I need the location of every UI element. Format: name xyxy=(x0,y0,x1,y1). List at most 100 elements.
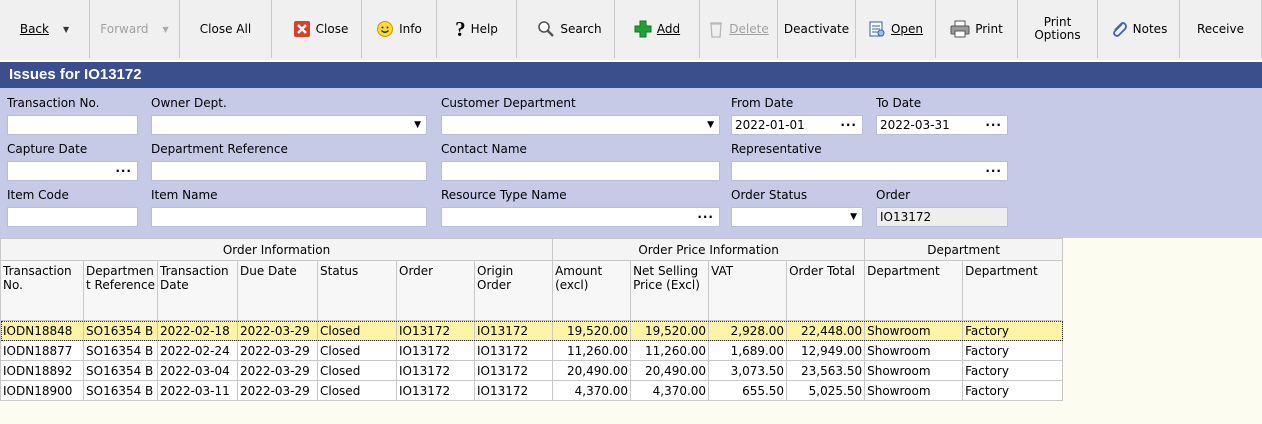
print-options-button[interactable]: Print Options xyxy=(1018,0,1098,58)
print-button[interactable]: Print xyxy=(936,0,1018,58)
ellipsis-icon[interactable]: ... xyxy=(840,116,857,131)
cell-amount-excl: 19,520.00 xyxy=(552,320,632,341)
forward-dropdown-icon[interactable]: ▼ xyxy=(163,25,169,34)
department-reference-input[interactable] xyxy=(151,161,427,181)
contact-name-label: Contact Name xyxy=(441,142,527,156)
capture-date-label: Capture Date xyxy=(7,142,88,156)
from-date-picker[interactable]: 2022-01-01 ... xyxy=(731,115,863,135)
to-date-picker[interactable]: 2022-03-31 ... xyxy=(876,115,1008,135)
cell-transaction-no: IODN18848 xyxy=(0,320,84,341)
chevron-down-icon[interactable]: ▼ xyxy=(707,116,714,134)
cell-order-total: 23,563.50 xyxy=(786,360,866,381)
cell-transaction-date: 2022-03-11 xyxy=(157,380,238,401)
notes-button[interactable]: Notes xyxy=(1098,0,1180,58)
col-origin-order[interactable]: Origin Order xyxy=(473,260,554,321)
col-order-total[interactable]: Order Total xyxy=(786,260,866,321)
table-row[interactable]: IODN18877 SO16354 B 2022-02-24 2022-03-2… xyxy=(0,340,1064,361)
cell-due-date: 2022-03-29 xyxy=(237,380,318,401)
cell-due-date: 2022-03-29 xyxy=(237,340,318,361)
cell-vat: 2,928.00 xyxy=(708,320,788,341)
col-department[interactable]: Department xyxy=(864,260,964,321)
col-transaction-no[interactable]: Transaction No. xyxy=(0,260,84,321)
close-button[interactable]: Close xyxy=(280,0,362,58)
cell-net-selling-price: 20,490.00 xyxy=(630,360,710,381)
cell-department-2: Factory xyxy=(962,340,1064,361)
cell-department: Showroom xyxy=(864,380,964,401)
group-order-price-information: Order Price Information xyxy=(552,238,866,261)
col-department-2[interactable]: Department xyxy=(962,260,1064,321)
customer-department-select[interactable]: ▼ xyxy=(441,115,720,135)
order-status-select[interactable]: ▼ xyxy=(731,207,863,227)
cell-net-selling-price: 4,370.00 xyxy=(630,380,710,401)
info-button[interactable]: Info xyxy=(362,0,437,58)
col-net-selling-price[interactable]: Net Selling Price (Excl) xyxy=(630,260,710,321)
search-icon xyxy=(537,20,555,38)
deactivate-button[interactable]: Deactivate xyxy=(778,0,856,58)
contact-name-input[interactable] xyxy=(441,161,720,181)
ellipsis-icon[interactable]: ... xyxy=(697,208,714,223)
back-label: Back xyxy=(19,22,49,36)
cell-vat: 1,689.00 xyxy=(708,340,788,361)
capture-date-picker[interactable]: ... xyxy=(7,161,138,181)
cell-transaction-no: IODN18892 xyxy=(0,360,84,381)
page-title-bar: Issues for IO13172 xyxy=(0,62,1262,88)
cell-department-2: Factory xyxy=(962,380,1064,401)
add-button[interactable]: Add xyxy=(615,0,700,58)
receive-button[interactable]: Receive xyxy=(1180,0,1262,58)
notes-label: Notes xyxy=(1132,22,1168,36)
help-button[interactable]: ? Help xyxy=(437,0,517,58)
cell-transaction-date: 2022-02-24 xyxy=(157,340,238,361)
back-button[interactable]: Back ▼ xyxy=(0,0,90,58)
col-transaction-date[interactable]: Transaction Date xyxy=(157,260,238,321)
col-status[interactable]: Status xyxy=(317,260,397,321)
search-label: Search xyxy=(560,22,602,36)
item-name-label: Item Name xyxy=(151,188,218,202)
ellipsis-icon[interactable]: ... xyxy=(985,116,1002,131)
table-row[interactable]: IODN18892 SO16354 B 2022-03-04 2022-03-2… xyxy=(0,360,1064,381)
col-department-reference[interactable]: Department Reference xyxy=(83,260,158,321)
back-dropdown-icon[interactable]: ▼ xyxy=(63,25,69,34)
table-row[interactable]: IODN18848 SO16354 B 2022-02-18 2022-03-2… xyxy=(0,320,1064,341)
transaction-no-input[interactable] xyxy=(7,115,138,135)
cell-due-date: 2022-03-29 xyxy=(237,360,318,381)
ellipsis-icon[interactable]: ... xyxy=(115,162,132,177)
cell-order-total: 22,448.00 xyxy=(786,320,866,341)
toolbar: Back ▼ Forward ▼ Close All Close Info ? … xyxy=(0,0,1262,60)
grid-column-header: Transaction No. Department Reference Tra… xyxy=(0,260,1064,321)
delete-button[interactable]: Delete xyxy=(700,0,778,58)
close-all-label: Close All xyxy=(199,22,252,36)
cell-transaction-date: 2022-03-04 xyxy=(157,360,238,381)
table-row[interactable]: IODN18900 SO16354 B 2022-03-11 2022-03-2… xyxy=(0,380,1064,401)
item-name-input[interactable] xyxy=(151,207,427,227)
representative-picker[interactable]: ... xyxy=(731,161,1008,181)
item-code-input[interactable] xyxy=(7,207,138,227)
chevron-down-icon[interactable]: ▼ xyxy=(414,116,421,134)
chevron-down-icon[interactable]: ▼ xyxy=(850,208,857,226)
cell-origin-order: IO13172 xyxy=(473,320,554,341)
cell-department-2: Factory xyxy=(962,360,1064,381)
owner-dept-select[interactable]: ▼ xyxy=(151,115,427,135)
cell-department-reference: SO16354 B xyxy=(83,380,158,401)
open-label: Open xyxy=(890,22,924,36)
receive-label: Receive xyxy=(1197,22,1244,36)
col-order[interactable]: Order xyxy=(396,260,475,321)
close-all-button[interactable]: Close All xyxy=(180,0,272,58)
col-due-date[interactable]: Due Date xyxy=(237,260,318,321)
search-button[interactable]: Search xyxy=(525,0,615,58)
ellipsis-icon[interactable]: ... xyxy=(985,162,1002,177)
resource-type-name-picker[interactable]: ... xyxy=(441,207,720,227)
cell-vat: 3,073.50 xyxy=(708,360,788,381)
from-date-value: 2022-01-01 xyxy=(735,118,805,132)
delete-label: Delete xyxy=(729,22,769,36)
to-date-label: To Date xyxy=(876,96,922,110)
open-button[interactable]: Open xyxy=(856,0,936,58)
cell-department: Showroom xyxy=(864,360,964,381)
trash-icon xyxy=(708,20,724,38)
group-order-information: Order Information xyxy=(0,238,554,261)
cell-status: Closed xyxy=(317,320,397,341)
cell-department: Showroom xyxy=(864,340,964,361)
order-field: IO13172 xyxy=(876,207,1008,227)
forward-button[interactable]: Forward ▼ xyxy=(90,0,180,58)
col-vat[interactable]: VAT xyxy=(708,260,788,321)
col-amount-excl[interactable]: Amount (excl) xyxy=(552,260,632,321)
